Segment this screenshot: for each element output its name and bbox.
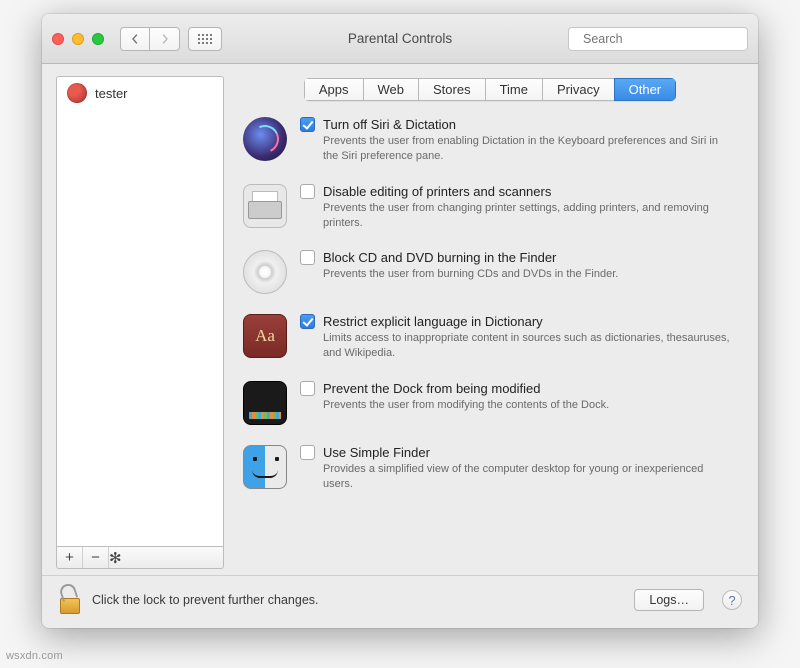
user-list-toolbar: + − ✻ [56,547,224,569]
logs-button[interactable]: Logs… [634,589,704,611]
show-all-button[interactable] [188,27,222,51]
option-checkbox[interactable] [300,381,315,396]
close-button[interactable] [52,33,64,45]
search-input[interactable] [583,32,744,46]
tab-segmented-control: AppsWebStoresTimePrivacyOther [304,78,676,101]
tab-privacy[interactable]: Privacy [542,78,614,101]
chevron-right-icon [160,34,170,44]
option-description: Prevents the user from changing printer … [300,201,734,231]
user-row[interactable]: tester [57,77,223,109]
option-row: Use Simple Finder Provides a simplified v… [240,445,734,492]
option-row: Block CD and DVD burning in the Finder Pr… [240,250,734,294]
user-name: tester [95,86,128,101]
zoom-button[interactable] [92,33,104,45]
option-row: Turn off Siri & Dictation Prevents the us… [240,117,734,164]
option-description: Prevents the user from burning CDs and D… [300,267,734,282]
remove-user-button[interactable]: − [83,547,109,568]
settings-panel: AppsWebStoresTimePrivacyOther Turn off S… [236,76,744,569]
tab-bar: AppsWebStoresTimePrivacyOther [236,76,744,109]
preferences-window: Parental Controls tester + − ✻ [42,14,758,628]
finder-icon [240,445,290,492]
help-button[interactable]: ? [722,590,742,610]
option-checkbox[interactable] [300,314,315,329]
tab-stores[interactable]: Stores [418,78,485,101]
back-button[interactable] [120,27,150,51]
tab-time[interactable]: Time [485,78,542,101]
option-checkbox[interactable] [300,250,315,265]
footer: Click the lock to prevent further change… [42,575,758,628]
printer-icon [240,184,290,231]
option-row: Aa Restrict explicit language in Dictiona… [240,314,734,361]
window-body: tester + − ✻ AppsWebStoresTimePrivacyOth… [42,64,758,628]
option-checkbox[interactable] [300,445,315,460]
option-checkbox[interactable] [300,117,315,132]
option-title: Use Simple Finder [323,445,430,460]
add-user-button[interactable]: + [57,547,83,568]
option-title: Turn off Siri & Dictation [323,117,456,132]
chevron-left-icon [130,34,140,44]
siri-icon [240,117,290,164]
window-toolbar: Parental Controls [42,14,758,64]
tab-apps[interactable]: Apps [304,78,363,101]
option-checkbox[interactable] [300,184,315,199]
option-description: Limits access to inappropriate content i… [300,331,734,361]
option-title: Block CD and DVD burning in the Finder [323,250,556,265]
user-list[interactable]: tester [56,76,224,547]
dock-icon [240,381,290,425]
grid-icon [198,34,212,44]
user-action-menu[interactable]: ✻ [109,547,122,568]
nav-back-forward [120,27,180,51]
lock-hint: Click the lock to prevent further change… [92,593,624,607]
user-sidebar: tester + − ✻ [56,76,224,569]
option-row: Disable editing of printers and scanners… [240,184,734,231]
option-description: Prevents the user from enabling Dictatio… [300,134,734,164]
content-area: tester + − ✻ AppsWebStoresTimePrivacyOth… [42,64,758,575]
option-title: Prevent the Dock from being modified [323,381,541,396]
option-row: Prevent the Dock from being modified Prev… [240,381,734,425]
options-list: Turn off Siri & Dictation Prevents the us… [236,109,744,569]
tab-other[interactable]: Other [614,78,677,101]
option-title: Restrict explicit language in Dictionary [323,314,543,329]
dictionary-icon: Aa [240,314,290,361]
tab-web[interactable]: Web [363,78,419,101]
forward-button[interactable] [150,27,180,51]
minimize-button[interactable] [72,33,84,45]
search-field[interactable] [568,27,748,51]
option-title: Disable editing of printers and scanners [323,184,551,199]
avatar [67,83,87,103]
lock-icon[interactable] [58,586,82,614]
disc-icon [240,250,290,294]
option-description: Provides a simplified view of the comput… [300,462,734,492]
option-description: Prevents the user from modifying the con… [300,398,734,413]
window-controls [52,33,104,45]
watermark: wsxdn.com [6,650,63,662]
